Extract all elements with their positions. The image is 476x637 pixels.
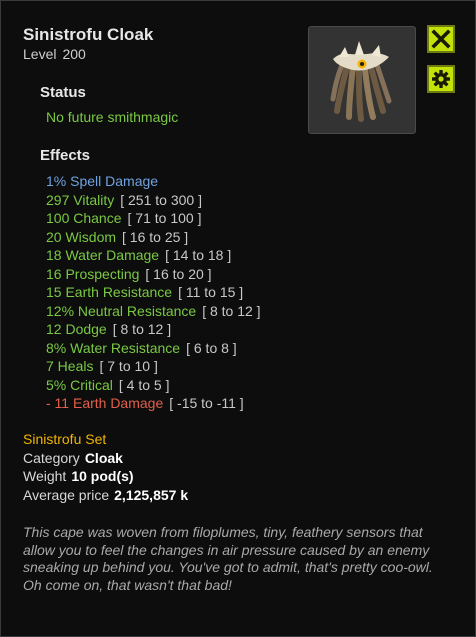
effect-row: - 11 Earth Damage [ -15 to -11 ] <box>46 394 261 413</box>
price-value: 2,125,857 k <box>114 487 189 503</box>
effect-row: 20 Wisdom [ 16 to 25 ] <box>46 228 261 247</box>
effect-row: 12 Dodge [ 8 to 12 ] <box>46 320 261 339</box>
effects-heading: Effects <box>40 147 91 164</box>
effect-row: 8% Water Resistance [ 6 to 8 ] <box>46 339 261 358</box>
effect-name: 16 Prospecting <box>46 265 140 282</box>
effect-row: 1% Spell Damage <box>46 172 261 191</box>
effect-name: 297 Vitality <box>46 191 115 208</box>
effect-range: [ 6 to 8 ] <box>186 339 237 356</box>
effect-row: 16 Prospecting [ 16 to 20 ] <box>46 265 261 284</box>
effect-range: [ 14 to 18 ] <box>165 247 232 263</box>
effect-row: 297 Vitality [ 251 to 300 ] <box>46 191 261 210</box>
settings-button[interactable] <box>427 65 455 93</box>
cloak-feather-icon <box>330 41 392 122</box>
price-row: Average price 2,125,857 k <box>23 487 188 503</box>
status-text: No future smithmagic <box>46 109 179 125</box>
effect-range: [ -15 to -11 ] <box>169 395 244 411</box>
weight-value: 10 pod(s) <box>71 468 134 484</box>
effect-row: 12% Neutral Resistance [ 8 to 12 ] <box>46 302 261 321</box>
item-image-frame <box>308 26 416 134</box>
item-tooltip-panel: Sinistrofu Cloak Level 200 Status No fut… <box>0 0 476 637</box>
effect-name: 18 Water Damage <box>46 247 160 263</box>
effect-range: [ 16 to 20 ] <box>145 265 212 282</box>
category-label: Category <box>23 450 80 466</box>
effect-name: 100 Chance <box>46 210 122 226</box>
item-name: Sinistrofu Cloak <box>23 25 154 44</box>
effect-name: 12% Neutral Resistance <box>46 302 197 319</box>
effect-row: 100 Chance [ 71 to 100 ] <box>46 209 261 228</box>
effect-range: [ 4 to 5 ] <box>118 376 170 393</box>
category-value: Cloak <box>84 450 123 466</box>
price-label: Average price <box>23 487 110 503</box>
effect-name: 20 Wisdom <box>46 228 117 245</box>
effect-name: - 11 Earth Damage <box>46 395 164 411</box>
gear-icon <box>432 70 450 88</box>
weight-label: Weight <box>23 468 67 484</box>
set-name-link[interactable]: Sinistrofu Set <box>23 431 106 447</box>
effects-list: 1% Spell Damage 297 Vitality [ 251 to 300… <box>46 172 261 413</box>
close-icon <box>431 29 451 49</box>
effect-name: 7 Heals <box>46 358 94 374</box>
effect-row: 15 Earth Resistance [ 11 to 15 ] <box>46 283 261 302</box>
effect-row: 18 Water Damage [ 14 to 18 ] <box>46 246 261 265</box>
weight-row: Weight 10 pod(s) <box>23 468 134 484</box>
effect-range: [ 71 to 100 ] <box>127 210 202 226</box>
level-label: Level <box>23 46 57 62</box>
level-value: 200 <box>62 46 86 62</box>
effect-row: 5% Critical [ 4 to 5 ] <box>46 376 261 395</box>
effect-name: 12 Dodge <box>46 321 107 337</box>
effect-range: [ 7 to 10 ] <box>99 358 158 374</box>
status-heading: Status <box>40 84 86 101</box>
close-button[interactable] <box>427 25 455 53</box>
effect-range: [ 8 to 12 ] <box>112 321 172 337</box>
category-row: Category Cloak <box>23 450 123 466</box>
effect-name: 1% Spell Damage <box>46 173 159 189</box>
effect-range: [ 8 to 12 ] <box>202 302 261 319</box>
item-level: Level 200 <box>23 46 86 62</box>
effect-range: [ 251 to 300 ] <box>120 191 202 208</box>
effect-range: [ 11 to 15 ] <box>178 284 244 300</box>
effect-name: 8% Water Resistance <box>46 339 181 356</box>
effect-row: 7 Heals [ 7 to 10 ] <box>46 357 261 376</box>
effect-name: 5% Critical <box>46 376 113 393</box>
effect-name: 15 Earth Resistance <box>46 284 173 300</box>
item-description: This cape was woven from filoplumes, tin… <box>23 524 433 593</box>
effect-range: [ 16 to 25 ] <box>122 228 189 245</box>
